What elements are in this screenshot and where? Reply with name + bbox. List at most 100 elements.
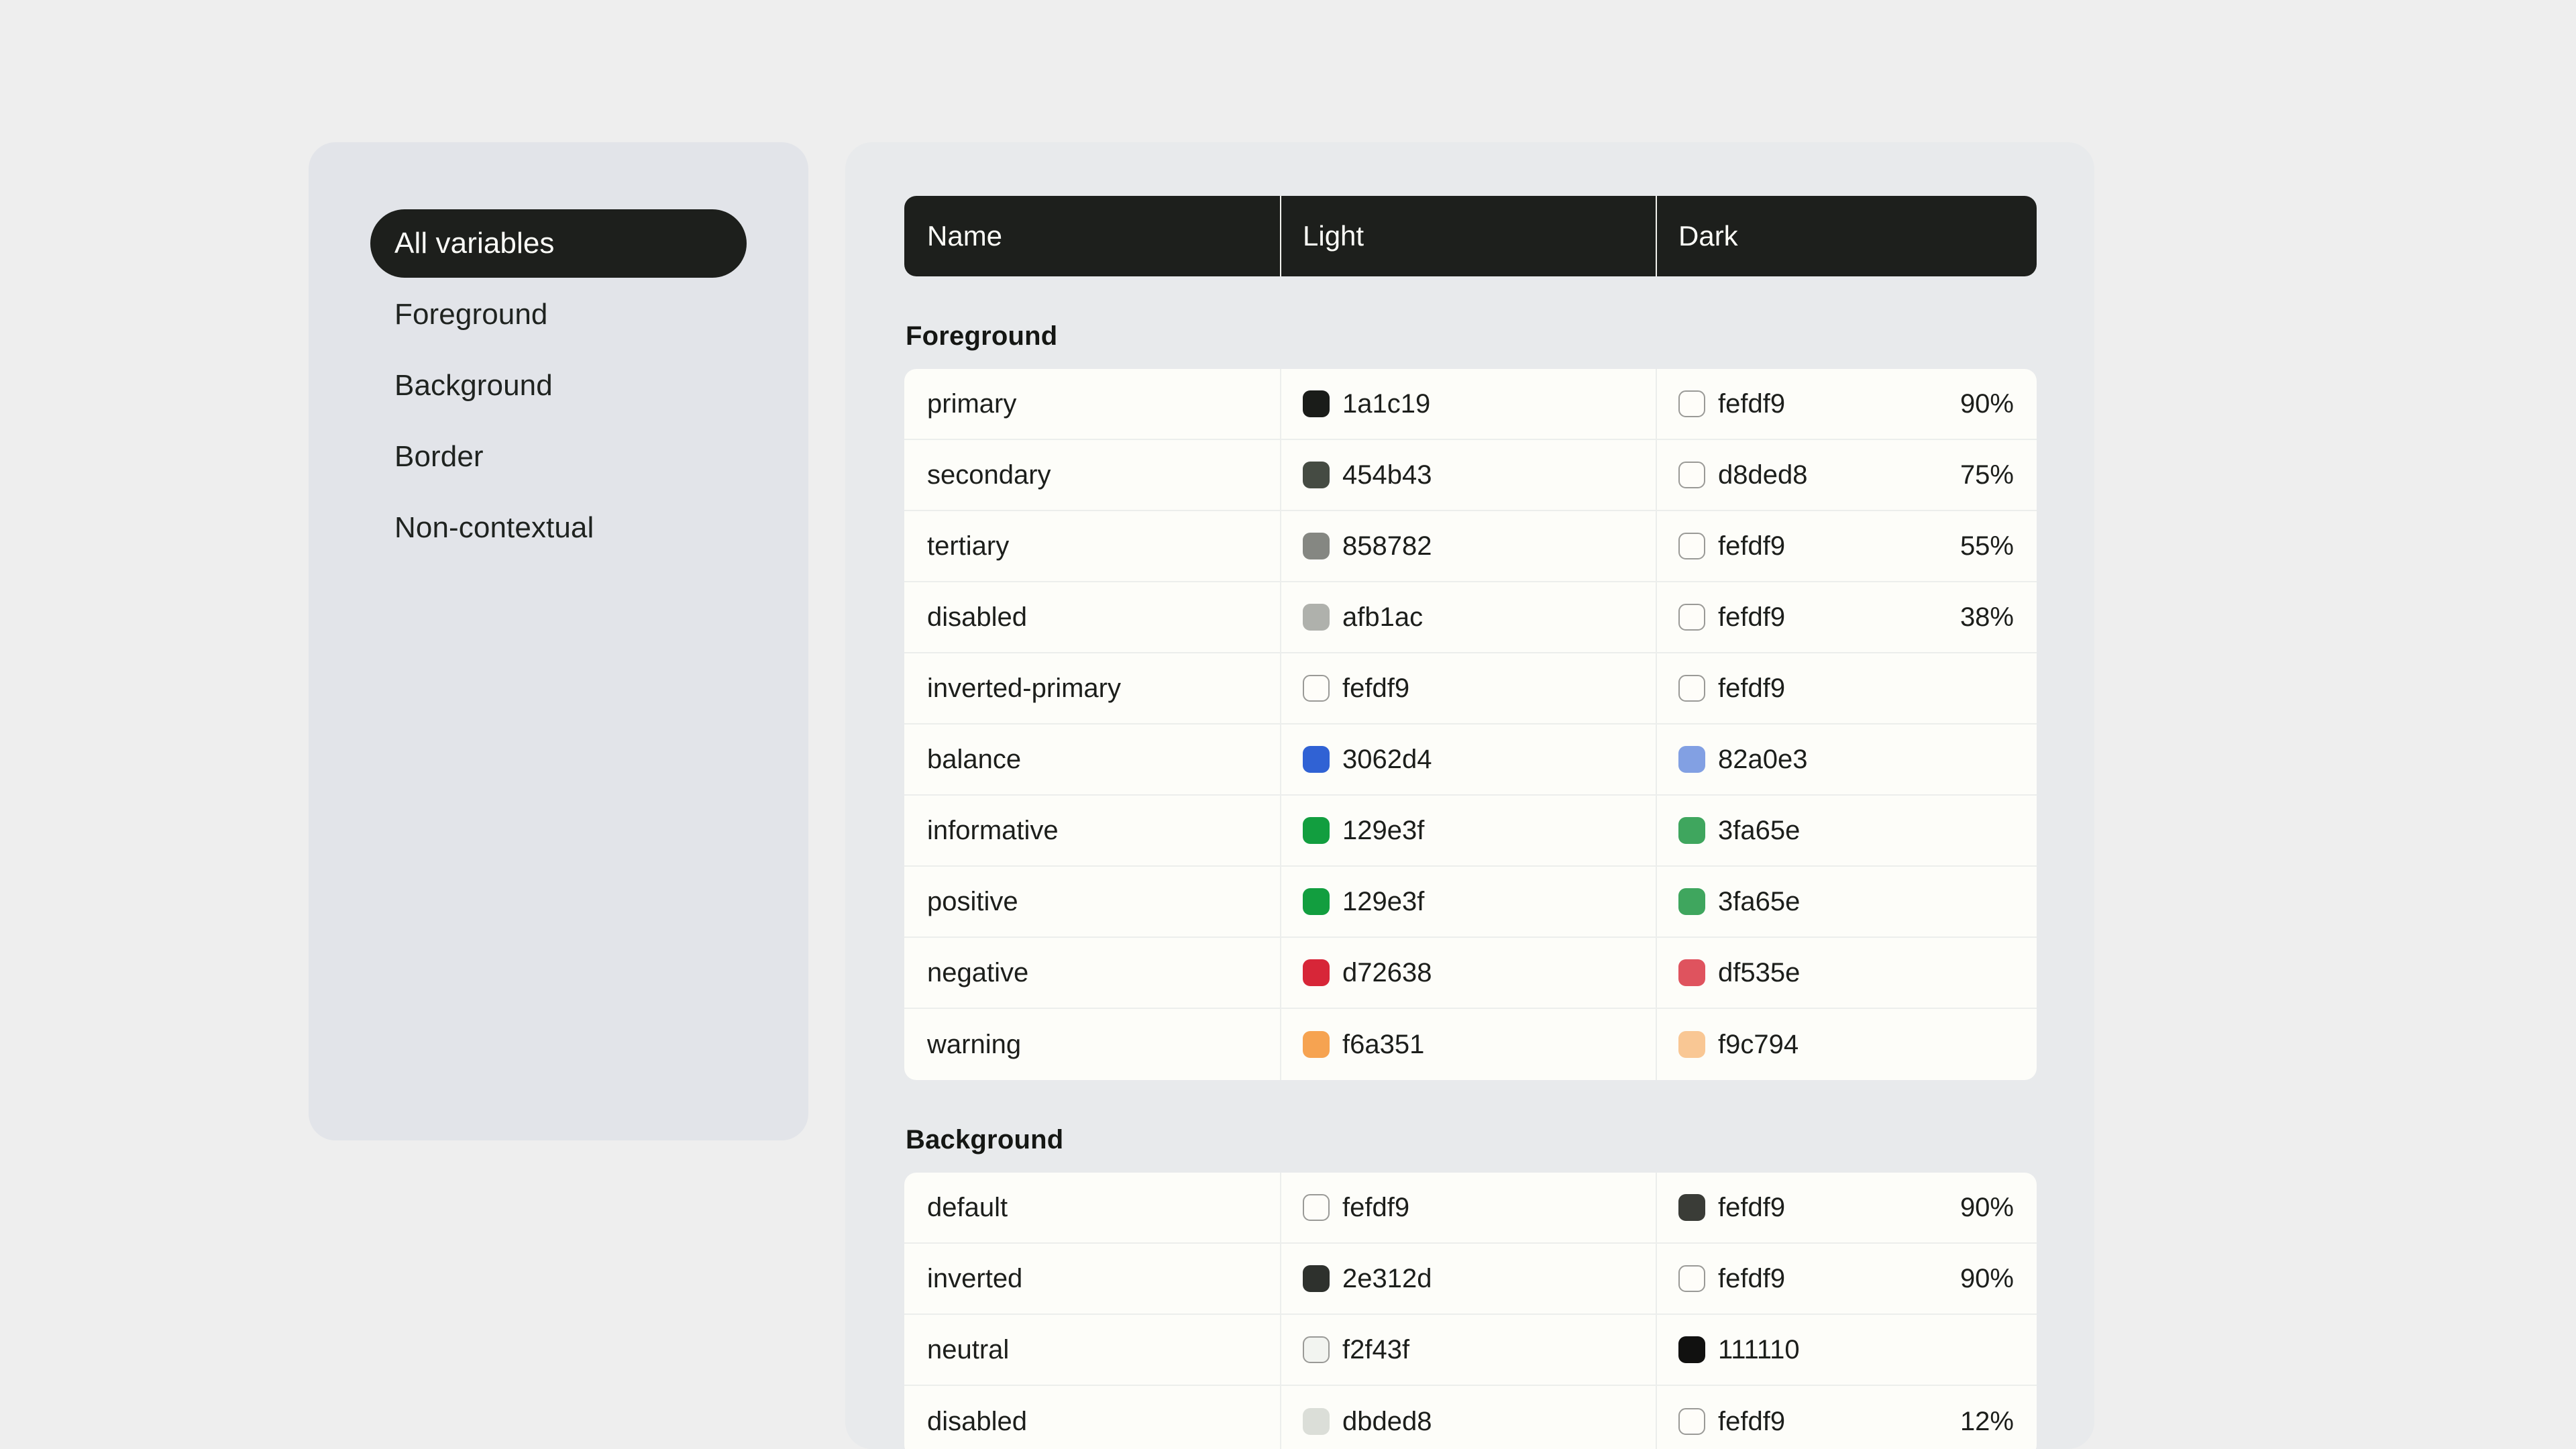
cell-light-value[interactable]: fefdf9 [1280,653,1656,723]
cell-variable-name: neutral [904,1315,1280,1385]
cell-dark-value[interactable]: fefdf9 38% [1656,582,2037,652]
table-row[interactable]: primary 1a1c19 fefdf9 90% [904,369,2037,440]
section-title: Foreground [906,321,1058,351]
cell-variable-name: secondary [904,440,1280,510]
cell-light-value[interactable]: 2e312d [1280,1244,1656,1313]
color-swatch-icon [1678,675,1705,702]
light-hex-label: fefdf9 [1342,673,1410,703]
table-row[interactable]: disabled dbded8 fefdf9 12% [904,1386,2037,1449]
light-hex-label: f6a351 [1342,1029,1425,1059]
color-swatch-icon [1303,1265,1330,1292]
cell-light-value[interactable]: 3062d4 [1280,724,1656,794]
cell-light-value[interactable]: f6a351 [1280,1009,1656,1080]
variable-name-label: informative [927,815,1059,845]
variable-name-label: tertiary [927,531,1010,561]
cell-light-value[interactable]: d72638 [1280,938,1656,1008]
variable-name-label: positive [927,886,1018,916]
table-row[interactable]: informative 129e3f 3fa65e [904,796,2037,867]
light-hex-label: dbded8 [1342,1406,1432,1436]
column-header-label: Name [927,220,1003,252]
cell-light-value[interactable]: afb1ac [1280,582,1656,652]
table-sections: Foreground primary 1a1c19 fefdf9 90% secondar… [904,321,2037,1449]
cell-dark-value[interactable]: fefdf9 12% [1656,1386,2037,1449]
cell-light-value[interactable]: fefdf9 [1280,1173,1656,1242]
light-hex-label: afb1ac [1342,602,1424,632]
dark-hex-label: fefdf9 [1718,673,1786,703]
sidebar-nav-list: All variables Foreground Background Border N… [309,209,808,562]
cell-dark-value[interactable]: d8ded8 75% [1656,440,2037,510]
cell-light-value[interactable]: 454b43 [1280,440,1656,510]
cell-dark-value[interactable]: fefdf9 55% [1656,511,2037,581]
cell-variable-name: positive [904,867,1280,936]
table-row[interactable]: secondary 454b43 d8ded8 75% [904,440,2037,511]
color-swatch-icon [1678,959,1705,986]
dark-hex-label: fefdf9 [1718,1192,1786,1222]
cell-light-value[interactable]: 129e3f [1280,796,1656,865]
cell-variable-name: disabled [904,1386,1280,1449]
variable-name-label: secondary [927,460,1051,490]
column-header-label: Light [1303,220,1364,252]
table-row[interactable]: neutral f2f43f 111110 [904,1315,2037,1386]
dark-hex-label: fefdf9 [1718,602,1786,632]
cell-variable-name: inverted [904,1244,1280,1313]
color-swatch-icon [1678,1194,1705,1221]
cell-dark-value[interactable]: 111110 [1656,1315,2037,1385]
cell-light-value[interactable]: 129e3f [1280,867,1656,936]
cell-light-value[interactable]: dbded8 [1280,1386,1656,1449]
color-swatch-icon [1678,888,1705,915]
dark-hex-label: 3fa65e [1718,815,1801,845]
light-hex-label: 2e312d [1342,1263,1432,1293]
variable-name-label: disabled [927,1406,1028,1436]
cell-variable-name: primary [904,369,1280,439]
variable-name-label: warning [927,1029,1022,1059]
opacity-label: 90% [1960,1192,2014,1222]
color-swatch-icon [1678,1265,1705,1292]
cell-light-value[interactable]: f2f43f [1280,1315,1656,1385]
sidebar-item-all-variables[interactable]: All variables [370,209,747,278]
cell-light-value[interactable]: 858782 [1280,511,1656,581]
sidebar-item-non-contextual[interactable]: Non-contextual [370,494,747,562]
table-row[interactable]: balance 3062d4 82a0e3 [904,724,2037,796]
cell-variable-name: default [904,1173,1280,1242]
light-hex-label: 3062d4 [1342,744,1432,774]
cell-variable-name: negative [904,938,1280,1008]
table-row[interactable]: tertiary 858782 fefdf9 55% [904,511,2037,582]
column-header-dark[interactable]: Dark [1656,196,2037,276]
cell-dark-value[interactable]: fefdf9 90% [1656,369,2037,439]
sidebar-item-label: All variables [394,227,555,260]
light-hex-label: f2f43f [1342,1334,1410,1364]
column-header-name[interactable]: Name [904,196,1280,276]
cell-dark-value[interactable]: 82a0e3 [1656,724,2037,794]
light-hex-label: 858782 [1342,531,1432,561]
sidebar-item-label: Border [394,440,484,473]
table-row[interactable]: default fefdf9 fefdf9 90% [904,1173,2037,1244]
cell-variable-name: inverted-primary [904,653,1280,723]
cell-dark-value[interactable]: fefdf9 90% [1656,1244,2037,1313]
dark-hex-label: fefdf9 [1718,531,1786,561]
sidebar-item-foreground[interactable]: Foreground [370,280,747,349]
cell-dark-value[interactable]: fefdf9 [1656,653,2037,723]
cell-dark-value[interactable]: f9c794 [1656,1009,2037,1080]
variable-name-label: primary [927,388,1017,419]
cell-light-value[interactable]: 1a1c19 [1280,369,1656,439]
light-hex-label: 1a1c19 [1342,388,1431,419]
table-row[interactable]: inverted-primary fefdf9 fefdf9 [904,653,2037,724]
table-row[interactable]: warning f6a351 f9c794 [904,1009,2037,1080]
section-title: Background [906,1125,1064,1155]
table-row[interactable]: negative d72638 df535e [904,938,2037,1009]
cell-dark-value[interactable]: fefdf9 90% [1656,1173,2037,1242]
dark-hex-label: 3fa65e [1718,886,1801,916]
table-row[interactable]: positive 129e3f 3fa65e [904,867,2037,938]
dark-hex-label: df535e [1718,957,1801,987]
sidebar-item-label: Non-contextual [394,511,594,544]
light-hex-label: d72638 [1342,957,1432,987]
color-swatch-icon [1303,817,1330,844]
cell-dark-value[interactable]: 3fa65e [1656,796,2037,865]
table-row[interactable]: inverted 2e312d fefdf9 90% [904,1244,2037,1315]
sidebar-item-background[interactable]: Background [370,352,747,420]
cell-dark-value[interactable]: df535e [1656,938,2037,1008]
table-row[interactable]: disabled afb1ac fefdf9 38% [904,582,2037,653]
column-header-light[interactable]: Light [1280,196,1656,276]
cell-dark-value[interactable]: 3fa65e [1656,867,2037,936]
sidebar-item-border[interactable]: Border [370,423,747,491]
